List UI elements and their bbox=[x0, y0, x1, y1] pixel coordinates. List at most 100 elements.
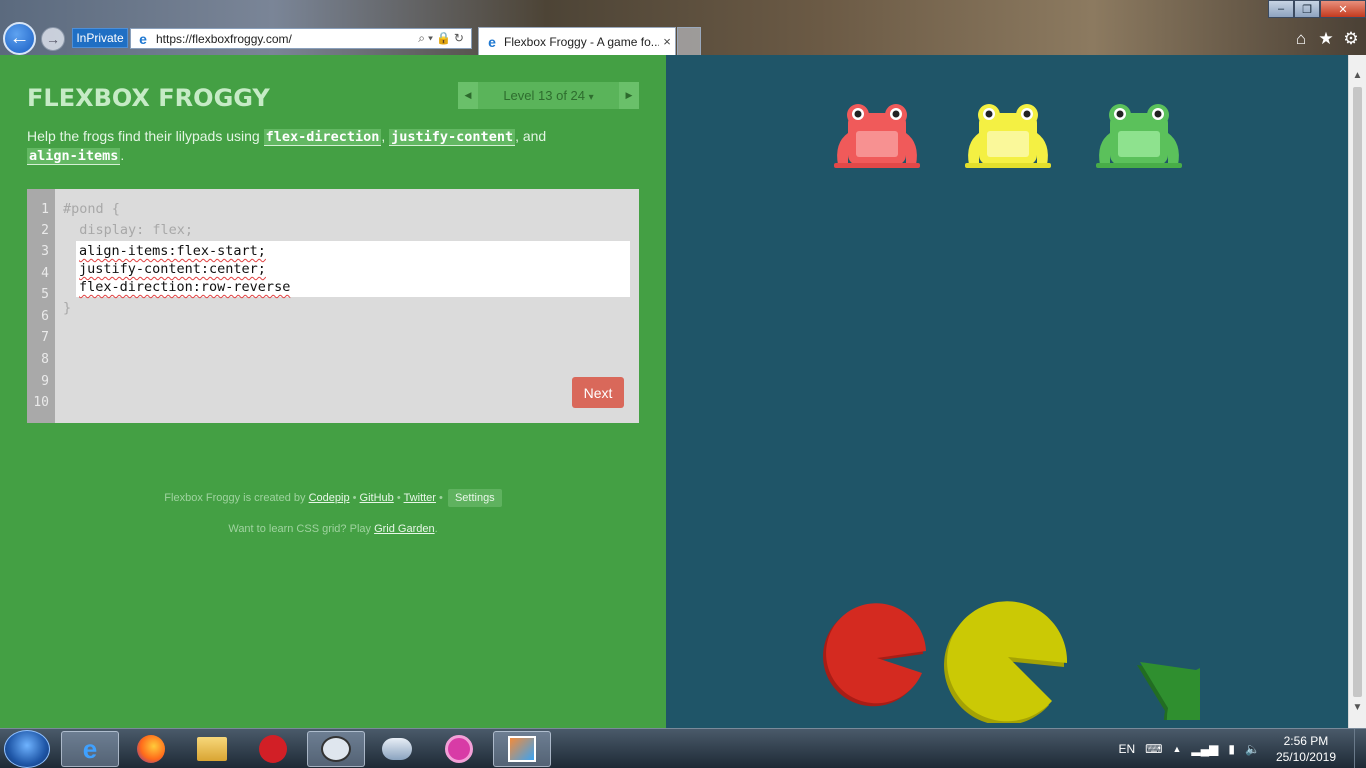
line-number: 5 bbox=[41, 287, 49, 302]
instructions-text: Help the frogs find their lilypads using bbox=[27, 128, 264, 144]
previous-level-button[interactable]: ◀ bbox=[458, 82, 478, 109]
start-button[interactable] bbox=[4, 730, 50, 768]
url-text[interactable]: https://flexboxfroggy.com/ bbox=[156, 32, 418, 46]
file-explorer-icon[interactable] bbox=[183, 731, 241, 767]
game-panel: FLEXBOX FROGGY ◀ Level 13 of 24 ▾ ▶ Help… bbox=[0, 55, 666, 728]
promo-suffix: . bbox=[434, 523, 438, 535]
code-line-closing: } bbox=[63, 300, 72, 316]
pond-board bbox=[666, 55, 1348, 728]
level-label: Level 13 of 24 bbox=[503, 88, 586, 103]
home-icon[interactable]: ⌂ bbox=[1291, 29, 1311, 49]
keyboard-icon[interactable]: ⌨ bbox=[1145, 742, 1162, 756]
scroll-down-icon[interactable]: ▼ bbox=[1349, 699, 1366, 716]
grid-garden-link[interactable]: Grid Garden bbox=[374, 523, 435, 535]
line-number: 6 bbox=[41, 309, 49, 324]
battery-icon[interactable]: ▮ bbox=[1228, 742, 1235, 756]
line-number: 2 bbox=[41, 223, 49, 238]
code-line-selector: #pond { bbox=[63, 201, 120, 217]
paint-app-icon[interactable] bbox=[493, 731, 551, 767]
firefox-icon[interactable] bbox=[122, 731, 180, 767]
forward-button[interactable]: → bbox=[41, 27, 65, 51]
code-flex-direction[interactable]: flex-direction bbox=[263, 129, 382, 146]
line-number: 9 bbox=[41, 374, 49, 389]
code-align-items[interactable]: align-items bbox=[27, 148, 121, 165]
line-number: 1 bbox=[41, 202, 49, 217]
code-line-display: display: flex; bbox=[63, 222, 194, 238]
css-input-textarea[interactable]: align-items:flex-start; justify-content:… bbox=[76, 241, 630, 297]
system-tray: EN ⌨ ▲ ▂▄▆ ▮ 🔈 2:56 PM 25/10/2019 bbox=[1118, 729, 1366, 768]
green-frog bbox=[1096, 104, 1182, 168]
inprivate-badge[interactable]: InPrivate bbox=[72, 28, 128, 48]
clock[interactable]: 2:56 PM 25/10/2019 bbox=[1276, 733, 1336, 765]
credits: Flexbox Froggy is created by Codepip • G… bbox=[0, 489, 666, 507]
language-indicator[interactable]: EN bbox=[1118, 742, 1135, 756]
triangle-right-icon: ▶ bbox=[625, 90, 633, 100]
gear-icon[interactable]: ⚙ bbox=[1341, 29, 1361, 49]
address-bar[interactable]: e https://flexboxfroggy.com/ ⌕▾🔒↻ bbox=[130, 28, 472, 49]
minimize-button[interactable]: – bbox=[1268, 0, 1294, 18]
line-number: 7 bbox=[41, 330, 49, 345]
chevron-down-icon: ▾ bbox=[588, 92, 594, 103]
yellow-lilypad bbox=[944, 601, 1068, 723]
tab-title: Flexbox Froggy - A game fo... bbox=[504, 34, 659, 49]
level-selector[interactable]: Level 13 of 24 ▾ bbox=[478, 88, 619, 103]
credits-text: Flexbox Froggy is created by bbox=[164, 492, 309, 504]
clock-date: 25/10/2019 bbox=[1275, 750, 1336, 764]
bullet: • bbox=[393, 492, 404, 504]
trend-micro-icon[interactable] bbox=[244, 731, 302, 767]
address-tools-icons[interactable]: ⌕▾🔒↻ bbox=[418, 31, 467, 46]
show-desktop-button[interactable] bbox=[1354, 729, 1366, 768]
window-controls: – ❐ ✕ bbox=[1268, 0, 1366, 18]
internet-explorer-icon[interactable]: e bbox=[61, 731, 119, 767]
line-number: 10 bbox=[33, 395, 49, 410]
taskbar: e EN ⌨ ▲ ▂▄▆ ▮ 🔈 2:56 PM 25/10/2019 bbox=[0, 728, 1366, 768]
red-lilypad bbox=[823, 603, 926, 707]
separator: , and bbox=[515, 128, 547, 144]
input-line[interactable]: flex-direction:row-reverse bbox=[79, 279, 290, 295]
arrow-left-icon: ← bbox=[9, 27, 30, 49]
level-navigator: ◀ Level 13 of 24 ▾ ▶ bbox=[458, 82, 639, 109]
yellow-frog bbox=[965, 104, 1051, 168]
close-tab-icon[interactable]: × bbox=[659, 34, 675, 49]
browser-tab[interactable]: e Flexbox Froggy - A game fo... × bbox=[478, 27, 676, 55]
twitter-link[interactable]: Twitter bbox=[404, 492, 436, 504]
browser-chrome: ← → InPrivate e https://flexboxfroggy.co… bbox=[0, 0, 1366, 55]
clock-time: 2:56 PM bbox=[1283, 734, 1329, 748]
favorites-star-icon[interactable]: ★ bbox=[1316, 29, 1336, 49]
vertical-scrollbar[interactable]: ▲ ▼ bbox=[1348, 55, 1366, 728]
input-line[interactable]: justify-content:center; bbox=[79, 261, 266, 277]
instructions: Help the frogs find their lilypads using… bbox=[27, 127, 567, 165]
line-number-gutter: 1 2 3 4 5 6 7 8 9 10 bbox=[27, 189, 55, 423]
weather-app-icon[interactable] bbox=[368, 731, 426, 767]
scrollbar-thumb[interactable] bbox=[1353, 87, 1362, 697]
code-justify-content[interactable]: justify-content bbox=[389, 129, 516, 146]
period: . bbox=[120, 147, 125, 163]
promo-text: Want to learn CSS grid? Play bbox=[228, 523, 375, 535]
maximize-button[interactable]: ❐ bbox=[1294, 0, 1320, 18]
arrow-right-icon: → bbox=[46, 31, 60, 47]
show-hidden-icons-icon[interactable]: ▲ bbox=[1172, 744, 1181, 754]
github-link[interactable]: GitHub bbox=[360, 492, 394, 504]
ie-icon: e bbox=[139, 30, 147, 47]
next-level-button[interactable]: ▶ bbox=[619, 82, 639, 109]
green-lilypad bbox=[1137, 662, 1200, 720]
media-app-icon[interactable] bbox=[430, 731, 488, 767]
keyboard-app-icon[interactable] bbox=[307, 731, 365, 767]
css-editor: 1 2 3 4 5 6 7 8 9 10 #pond { display: fl… bbox=[27, 189, 639, 423]
close-window-button[interactable]: ✕ bbox=[1320, 0, 1366, 18]
separator: , bbox=[381, 128, 390, 144]
ie-tab-icon: e bbox=[488, 33, 496, 50]
scroll-up-icon[interactable]: ▲ bbox=[1349, 67, 1366, 84]
input-line[interactable]: align-items:flex-start; bbox=[79, 243, 266, 259]
line-number: 4 bbox=[41, 266, 49, 281]
triangle-left-icon: ◀ bbox=[464, 90, 472, 100]
page-title: FLEXBOX FROGGY bbox=[27, 84, 270, 112]
volume-icon[interactable]: 🔈 bbox=[1245, 742, 1260, 756]
settings-button[interactable]: Settings bbox=[447, 489, 502, 507]
red-frog bbox=[834, 104, 920, 168]
back-button[interactable]: ← bbox=[3, 22, 36, 55]
codepip-link[interactable]: Codepip bbox=[309, 492, 350, 504]
new-tab-button[interactable] bbox=[677, 27, 701, 55]
next-button[interactable]: Next bbox=[572, 377, 624, 408]
network-signal-icon[interactable]: ▂▄▆ bbox=[1191, 742, 1218, 756]
